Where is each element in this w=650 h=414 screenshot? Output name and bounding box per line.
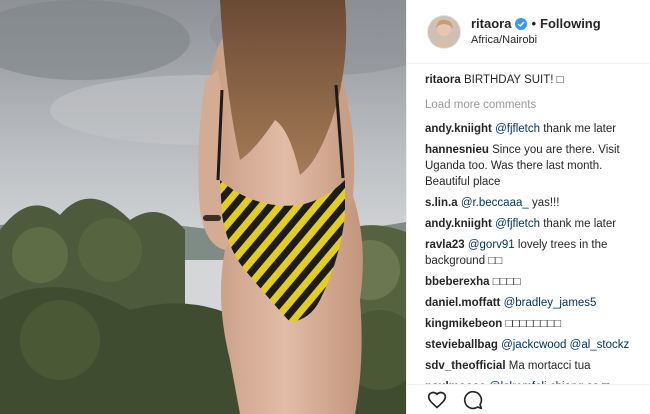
comment-text: thank me later [543,218,617,230]
comment-item: daniel.moffatt @bradley_james5 [425,295,640,311]
location-link[interactable]: Africa/Nairobi [471,32,601,48]
comment-username[interactable]: daniel.moffatt [425,297,500,309]
action-bar [407,384,650,414]
comment-item: s.lin.a @r.beccaaa_ yas!!! [425,195,640,211]
comment-item: sdv_theofficial Ma mortacci tua [425,358,640,374]
comment-text: Ma mortacci tua [508,360,591,372]
comment-icon[interactable] [463,389,485,411]
caption-text: BIRTHDAY SUIT! □ [464,74,564,86]
comment-item: andy.kniight @fjfletch thank me later [425,121,640,137]
comment-username[interactable]: andy.kniight [425,218,492,230]
load-more-comments-button[interactable]: Load more comments [425,97,640,113]
caption-username[interactable]: ritaora [425,74,461,86]
comment-mention[interactable]: @bradley_james5 [504,297,597,309]
following-button[interactable]: Following [540,16,601,32]
comment-text: yas!!! [531,197,560,209]
post-caption: ritaora BIRTHDAY SUIT! □ [425,72,640,88]
heart-icon[interactable] [427,389,449,411]
comment-mention[interactable]: @jackcwood @al_stockz [501,339,629,351]
comment-mention[interactable]: @fjfletch [495,218,540,230]
comment-username[interactable]: andy.kniight [425,123,492,135]
post-photo[interactable] [0,0,406,414]
comment-username[interactable]: hannesnieu [425,144,489,156]
photo-image [0,0,406,414]
verified-badge-icon [515,17,528,30]
comment-item: stevieballbag @jackcwood @al_stockz [425,337,640,353]
comment-item: kingmikebeon □□□□□□□□ [425,316,640,332]
comment-username[interactable]: kingmikebeon [425,318,502,330]
comment-username[interactable]: stevieballbag [425,339,498,351]
post-header: ritaora • Following Africa/Nairobi [407,0,650,64]
comment-text: □□□□ [492,276,521,288]
username-link[interactable]: ritaora [471,16,511,32]
comment-item: bbeberexha □□□□ [425,274,640,290]
separator-dot: • [531,15,537,31]
post-side-panel: ritaora • Following Africa/Nairobi ritao… [406,0,650,414]
avatar[interactable] [427,14,461,49]
comment-item: hannesnieu Since you are there. Visit Ug… [425,142,640,190]
comment-username[interactable]: s.lin.a [425,197,458,209]
comment-username[interactable]: bbeberexha [425,276,490,288]
comment-mention[interactable]: @gorv91 [468,239,515,251]
comment-mention[interactable]: @fjfletch [495,123,540,135]
comment-text: □□□□□□□□ [505,318,562,330]
comment-text: thank me later [543,123,617,135]
comment-item: ravla23 @gorv91 lovely trees in the back… [425,237,640,269]
comment-item: andy.kniight @fjfletch thank me later [425,216,640,232]
comment-username[interactable]: ravla23 [425,239,465,251]
comments-list: ritaora BIRTHDAY SUIT! □ Load more comme… [407,64,650,395]
comment-mention[interactable]: @r.beccaaa_ [461,197,529,209]
comment-username[interactable]: sdv_theofficial [425,360,506,372]
